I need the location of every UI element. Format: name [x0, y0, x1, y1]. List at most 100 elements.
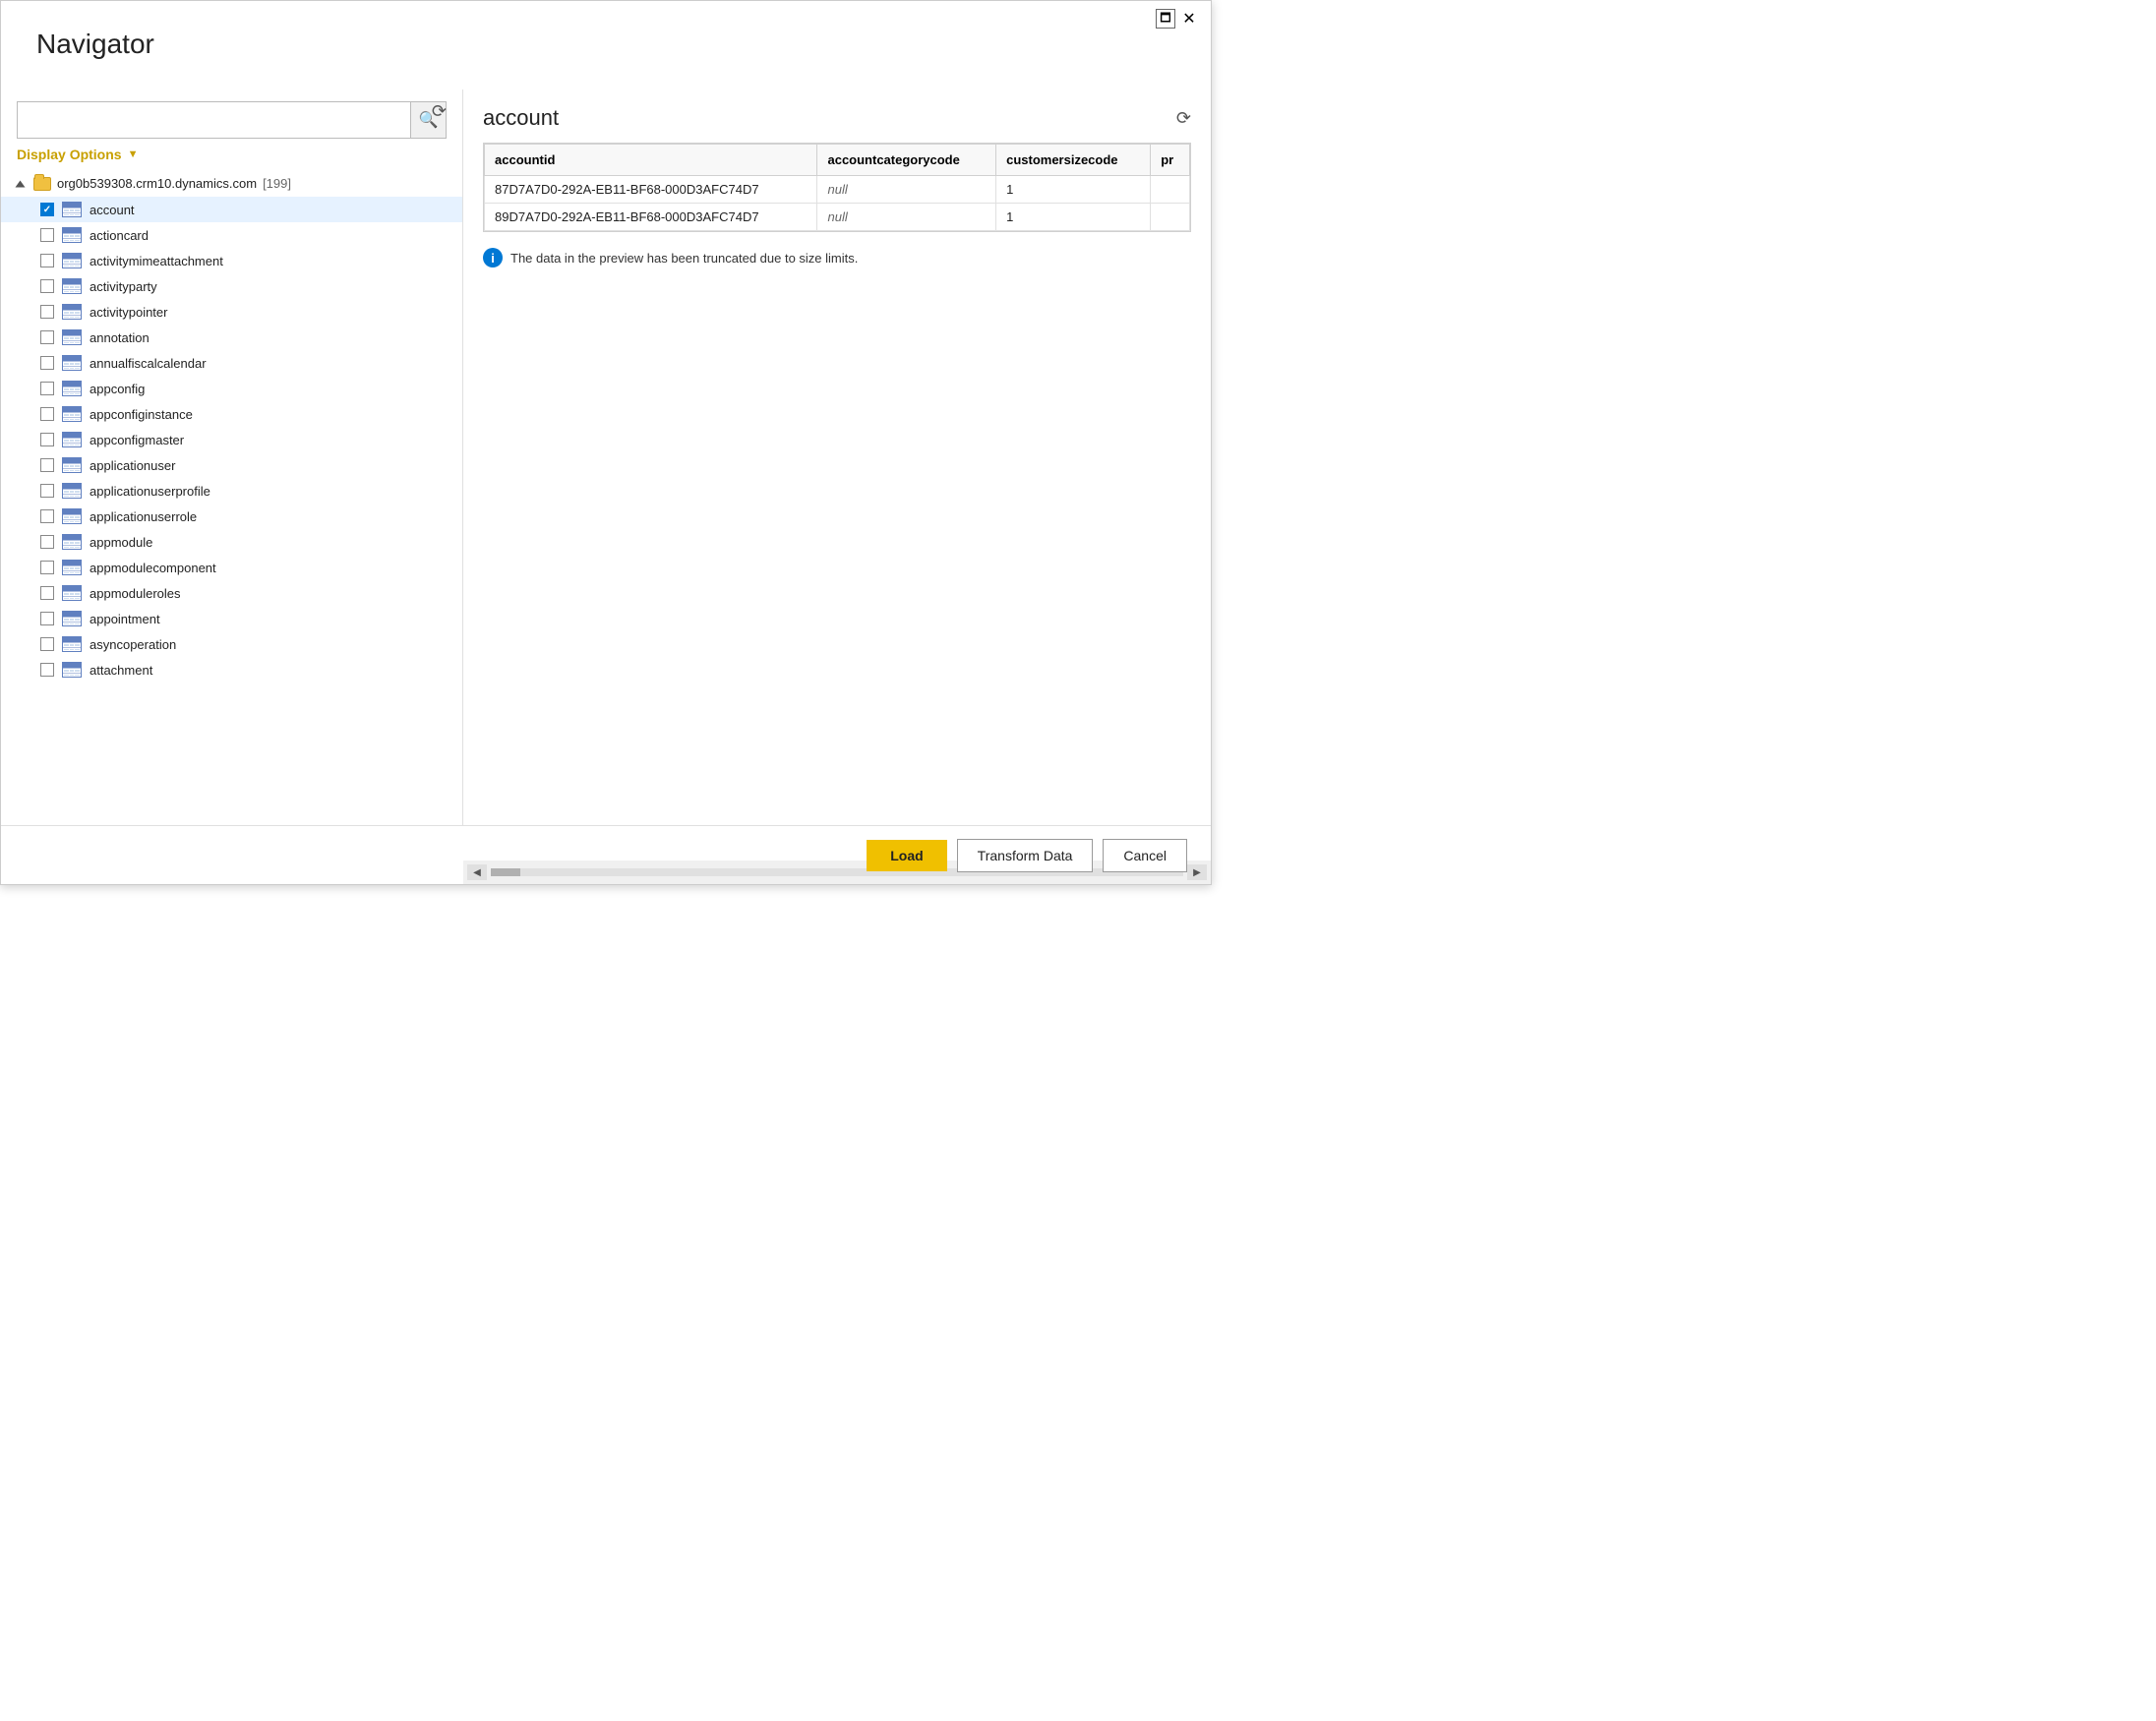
transform-data-button[interactable]: Transform Data	[957, 839, 1094, 872]
item-checkbox[interactable]	[40, 330, 54, 344]
table-icon	[62, 611, 82, 626]
item-label: account	[90, 203, 135, 217]
list-item[interactable]: appconfigmaster	[1, 427, 462, 452]
root-label: org0b539308.crm10.dynamics.com	[57, 176, 257, 191]
table-body: 87D7A7D0-292A-EB11-BF68-000D3AFC74D7null…	[485, 176, 1190, 231]
right-panel: account ⟳ accountidaccountcategorycodecu…	[463, 89, 1211, 825]
list-item[interactable]: appconfiginstance	[1, 401, 462, 427]
item-label: annotation	[90, 330, 150, 345]
list-item[interactable]: annotation	[1, 325, 462, 350]
list-item[interactable]: appmoduleroles	[1, 580, 462, 606]
item-checkbox[interactable]	[40, 407, 54, 421]
list-item[interactable]: account	[1, 197, 462, 222]
left-panel: 🔍 Display Options ▼ ⟳ org0b539308.crm10.…	[1, 89, 463, 825]
table-row: 87D7A7D0-292A-EB11-BF68-000D3AFC74D7null…	[485, 176, 1190, 204]
item-label: activitypointer	[90, 305, 167, 320]
folder-icon	[33, 177, 51, 191]
table-cell	[1151, 176, 1190, 204]
table-row: 89D7A7D0-292A-EB11-BF68-000D3AFC74D7null…	[485, 204, 1190, 231]
list-item[interactable]: applicationuser	[1, 452, 462, 478]
table-icon	[62, 560, 82, 575]
table-icon	[62, 483, 82, 499]
item-label: activitymimeattachment	[90, 254, 223, 268]
data-table: accountidaccountcategorycodecustomersize…	[484, 144, 1190, 231]
cancel-button[interactable]: Cancel	[1103, 839, 1187, 872]
table-icon	[62, 227, 82, 243]
table-icon	[62, 355, 82, 371]
item-label: appmodulecomponent	[90, 561, 216, 575]
item-label: applicationuserrole	[90, 509, 197, 524]
item-label: appmodule	[90, 535, 152, 550]
item-checkbox[interactable]	[40, 561, 54, 574]
close-button[interactable]: ✕	[1179, 9, 1199, 29]
list-item[interactable]: appmodule	[1, 529, 462, 555]
item-label: asyncoperation	[90, 637, 176, 652]
info-text: The data in the preview has been truncat…	[510, 251, 858, 266]
table-icon	[62, 457, 82, 473]
preview-refresh-icon[interactable]: ⟳	[1176, 108, 1191, 129]
item-checkbox[interactable]	[40, 433, 54, 446]
list-item[interactable]: appconfig	[1, 376, 462, 401]
item-label: applicationuser	[90, 458, 175, 473]
item-checkbox[interactable]	[40, 228, 54, 242]
item-label: appconfiginstance	[90, 407, 193, 422]
list-item[interactable]: applicationuserrole	[1, 504, 462, 529]
titlebar: 🗖 ✕	[1144, 1, 1211, 36]
list-item[interactable]: activitypointer	[1, 299, 462, 325]
item-label: appconfigmaster	[90, 433, 184, 447]
list-item[interactable]: activityparty	[1, 273, 462, 299]
info-icon: i	[483, 248, 503, 267]
table-icon	[62, 253, 82, 268]
minimize-button[interactable]: 🗖	[1156, 9, 1175, 29]
item-label: appointment	[90, 612, 160, 626]
item-checkbox[interactable]	[40, 663, 54, 677]
item-checkbox[interactable]	[40, 535, 54, 549]
table-icon	[62, 432, 82, 447]
list-item[interactable]: activitymimeattachment	[1, 248, 462, 273]
preview-title: account	[483, 105, 559, 131]
item-checkbox[interactable]	[40, 586, 54, 600]
display-options-label: Display Options	[17, 147, 122, 162]
item-checkbox[interactable]	[40, 254, 54, 267]
item-checkbox[interactable]	[40, 356, 54, 370]
table-cell: null	[817, 204, 996, 231]
page-title: Navigator	[36, 29, 154, 60]
item-checkbox[interactable]	[40, 509, 54, 523]
root-node[interactable]: org0b539308.crm10.dynamics.com [199]	[1, 170, 462, 197]
list-item[interactable]: annualfiscalcalendar	[1, 350, 462, 376]
item-checkbox[interactable]	[40, 305, 54, 319]
load-button[interactable]: Load	[867, 840, 946, 871]
item-label: applicationuserprofile	[90, 484, 210, 499]
list-item[interactable]: asyncoperation	[1, 631, 462, 657]
item-checkbox[interactable]	[40, 382, 54, 395]
list-item[interactable]: applicationuserprofile	[1, 478, 462, 504]
bottom-bar: Load Transform Data Cancel	[1, 825, 1211, 884]
item-checkbox[interactable]	[40, 612, 54, 625]
list-item[interactable]: attachment	[1, 657, 462, 682]
search-bar: 🔍	[17, 101, 447, 139]
item-checkbox[interactable]	[40, 637, 54, 651]
table-icon	[62, 585, 82, 601]
item-checkbox[interactable]	[40, 279, 54, 293]
item-checkbox[interactable]	[40, 484, 54, 498]
chevron-down-icon: ▼	[128, 148, 139, 160]
table-icon	[62, 662, 82, 678]
table-cell: null	[817, 176, 996, 204]
data-table-container: accountidaccountcategorycodecustomersize…	[483, 143, 1191, 232]
list-item[interactable]: actioncard	[1, 222, 462, 248]
table-icon	[62, 406, 82, 422]
table-icon	[62, 329, 82, 345]
expand-icon	[16, 180, 26, 187]
item-checkbox[interactable]	[40, 203, 54, 216]
display-options[interactable]: Display Options ▼	[17, 147, 447, 162]
item-checkbox[interactable]	[40, 458, 54, 472]
list-item[interactable]: appointment	[1, 606, 462, 631]
search-input[interactable]	[18, 106, 410, 134]
item-label: annualfiscalcalendar	[90, 356, 207, 371]
table-icon	[62, 508, 82, 524]
list-item[interactable]: appmodulecomponent	[1, 555, 462, 580]
refresh-icon[interactable]: ⟳	[432, 101, 447, 122]
table-icon	[62, 304, 82, 320]
item-label: actioncard	[90, 228, 149, 243]
tree-list: account actioncard activitymimeattachment a…	[1, 197, 462, 682]
